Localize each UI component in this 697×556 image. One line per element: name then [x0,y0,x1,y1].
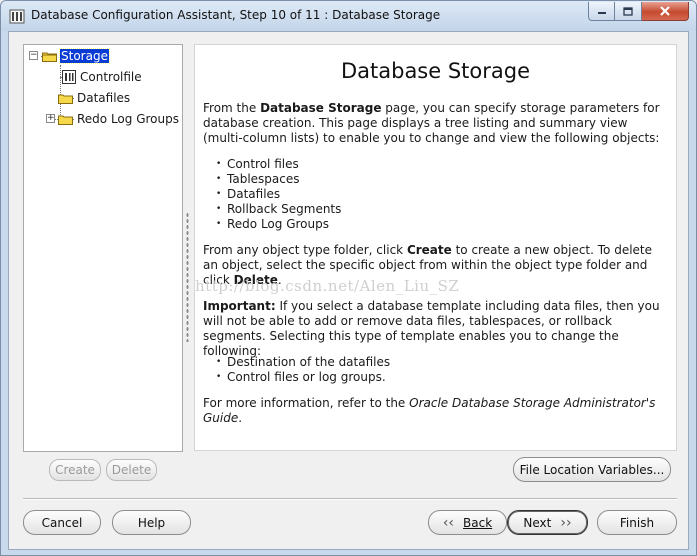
help-button[interactable]: Help [112,510,191,535]
separator [23,498,677,500]
create-button[interactable]: Create [49,459,101,481]
storage-tree[interactable]: − Storage Controlfile Datafiles + Redo L… [23,44,183,452]
text-bold: Database Storage [260,101,382,115]
tree-node-label: Datafiles [77,91,131,105]
maximize-icon [623,6,633,16]
text-bold: Important: [203,299,276,313]
panel-splitter[interactable] [186,212,189,342]
text: From any object type folder, click [203,243,407,257]
minimize-icon [597,12,606,14]
important-paragraph: Important: If you select a database temp… [203,299,665,359]
page-title: Database Storage [340,59,531,83]
intro-paragraph: From the Database Storage page, you can … [203,101,665,146]
wizard-body: − Storage Controlfile Datafiles + Redo L… [8,31,689,550]
dbca-window: Database Configuration Assistant, Step 1… [0,0,697,556]
tree-node-controlfile[interactable]: Controlfile [62,68,143,86]
tree-node-datafiles[interactable]: Datafiles [58,89,131,107]
back-button[interactable]: ‹‹ Back [428,510,507,535]
watermark-text: http://blog.csdn.net/Alen_Liu_SZ [195,277,460,295]
folder-icon [58,115,73,125]
controlfile-icon [62,70,76,84]
list-item: Rollback Segments [216,202,341,217]
text: . [238,411,243,425]
cancel-button[interactable]: Cancel [23,510,101,535]
tree-node-redo-log-groups[interactable]: Redo Log Groups [58,110,180,128]
back-label: Back [463,515,493,530]
minimize-button[interactable] [588,2,615,21]
tree-node-label: Storage [59,48,110,64]
chevron-right-icon: ›› [560,514,572,531]
folder-icon [58,94,73,104]
collapse-icon[interactable]: − [29,51,38,60]
list-item: Control files or log groups. [216,370,390,385]
expand-icon[interactable]: + [46,114,55,123]
tree-node-storage[interactable]: Storage [42,47,110,65]
window-title: Database Configuration Assistant, Step 1… [31,8,441,22]
delete-button[interactable]: Delete [106,459,157,481]
text: From the [203,101,261,115]
next-label: Next [523,515,552,530]
objects-list: Control files Tablespaces Datafiles Roll… [216,157,341,232]
file-location-variables-button[interactable]: File Location Variables... [513,457,671,482]
chevron-left-icon: ‹‹ [442,514,455,531]
title-bar[interactable]: Database Configuration Assistant, Step 1… [1,1,696,31]
help-content: Database Storage From the Database Stora… [194,44,677,451]
close-window-button[interactable] [642,2,689,21]
tree-node-label: Redo Log Groups [77,112,179,126]
more-info-paragraph: For more information, refer to the Oracl… [203,396,665,426]
list-item: Control files [216,157,341,172]
app-icon [9,9,25,24]
open-folder-icon [42,52,57,62]
list-item: Redo Log Groups [216,217,341,232]
tree-node-label: Controlfile [80,70,142,84]
changes-list: Destination of the datafiles Control fil… [216,355,390,385]
maximize-button[interactable] [615,2,642,21]
list-item: Destination of the datafiles [216,355,390,370]
next-button[interactable]: Next ›› [507,510,588,535]
close-icon [660,6,670,16]
text: For more information, refer to the [203,396,410,410]
list-item: Datafiles [216,187,341,202]
finish-button[interactable]: Finish [597,510,677,535]
list-item: Tablespaces [216,172,341,187]
text-bold: Create [406,243,452,257]
